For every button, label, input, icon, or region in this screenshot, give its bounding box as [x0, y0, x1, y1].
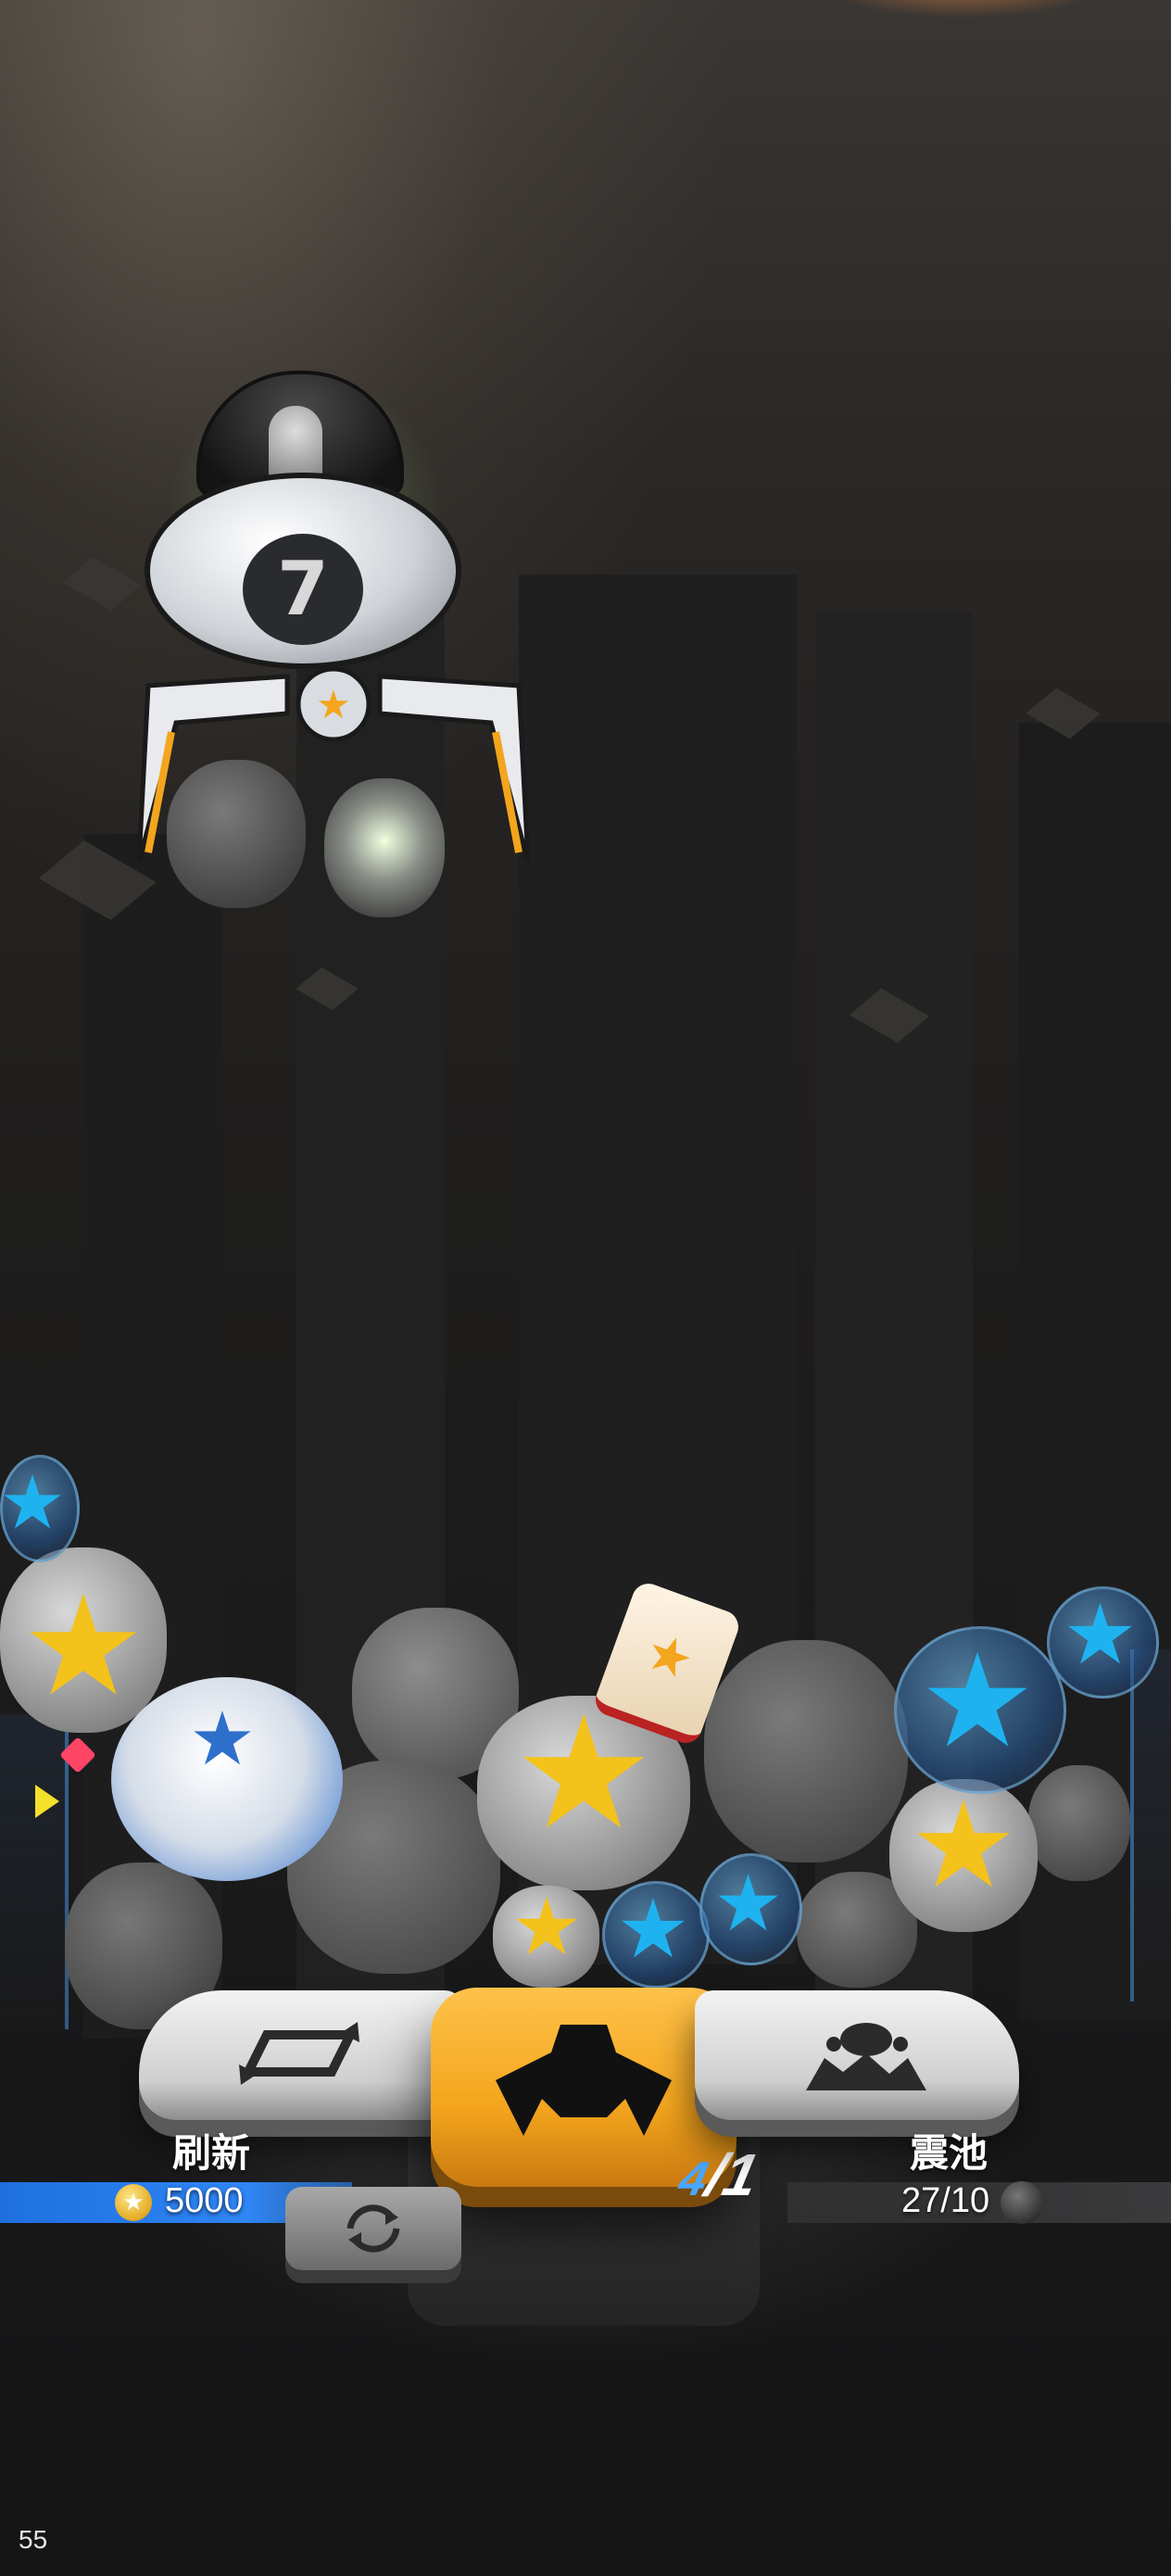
floor-edge-left [0, 1714, 69, 2029]
rectangle-refresh-icon [239, 2022, 359, 2085]
ore-icon [1001, 2181, 1043, 2224]
gold-star-icon: ★ [20, 1566, 146, 1727]
swap-claw-button[interactable] [285, 2187, 461, 2270]
gold-star-icon: ★ [510, 1881, 583, 1974]
refresh-cost: 5000 [165, 2181, 244, 2220]
claw-body: 7 [145, 473, 461, 669]
claw-grab-icon [496, 2025, 672, 2136]
pool-value: 27/10 [901, 2181, 990, 2220]
blue-star-icon: ★ [0, 1459, 66, 1546]
grab-count: 4/1 [674, 2140, 764, 2209]
refresh-button[interactable] [139, 1990, 463, 2120]
held-crystal-rock [324, 778, 445, 917]
pool-label: 震池 [910, 2131, 988, 2175]
blue-spiky-egg: ★ [111, 1677, 343, 1881]
grey-rock [704, 1640, 908, 1863]
grey-rock [1028, 1765, 1130, 1881]
side-arrow-icon[interactable] [35, 1785, 59, 1818]
pool-icon [806, 2023, 926, 2090]
game-scene: 7 ★ ★ ★ ★ ★ ★ ★ ★ ★ ★ ★ ★ 刷新 ★ 5000 4/1 … [0, 0, 1171, 2576]
svg-text:★: ★ [316, 682, 351, 727]
fps-counter: 55 [19, 2525, 48, 2554]
floor-edge-right [1130, 1649, 1171, 2001]
blue-star-icon: ★ [919, 1626, 1036, 1777]
refresh-label: 刷新 [172, 2131, 251, 2175]
blue-star-icon: ★ [616, 1881, 690, 1976]
blue-star-icon: ★ [712, 1858, 784, 1949]
claw-machine: 7 ★ [130, 371, 537, 982]
star-coin-icon: ★ [115, 2184, 152, 2221]
claw-number-badge: 7 [243, 534, 363, 645]
scroll-star-icon: ★ [636, 1620, 702, 1694]
swap-claw-icon [346, 2204, 400, 2253]
gold-star-icon: ★ [909, 1774, 1018, 1915]
blue-star-icon: ★ [1063, 1586, 1138, 1684]
pool-button[interactable] [695, 1990, 1019, 2120]
egg-star-icon: ★ [189, 1696, 256, 1782]
ambient-glow [815, 0, 1112, 19]
held-rock [167, 760, 306, 908]
